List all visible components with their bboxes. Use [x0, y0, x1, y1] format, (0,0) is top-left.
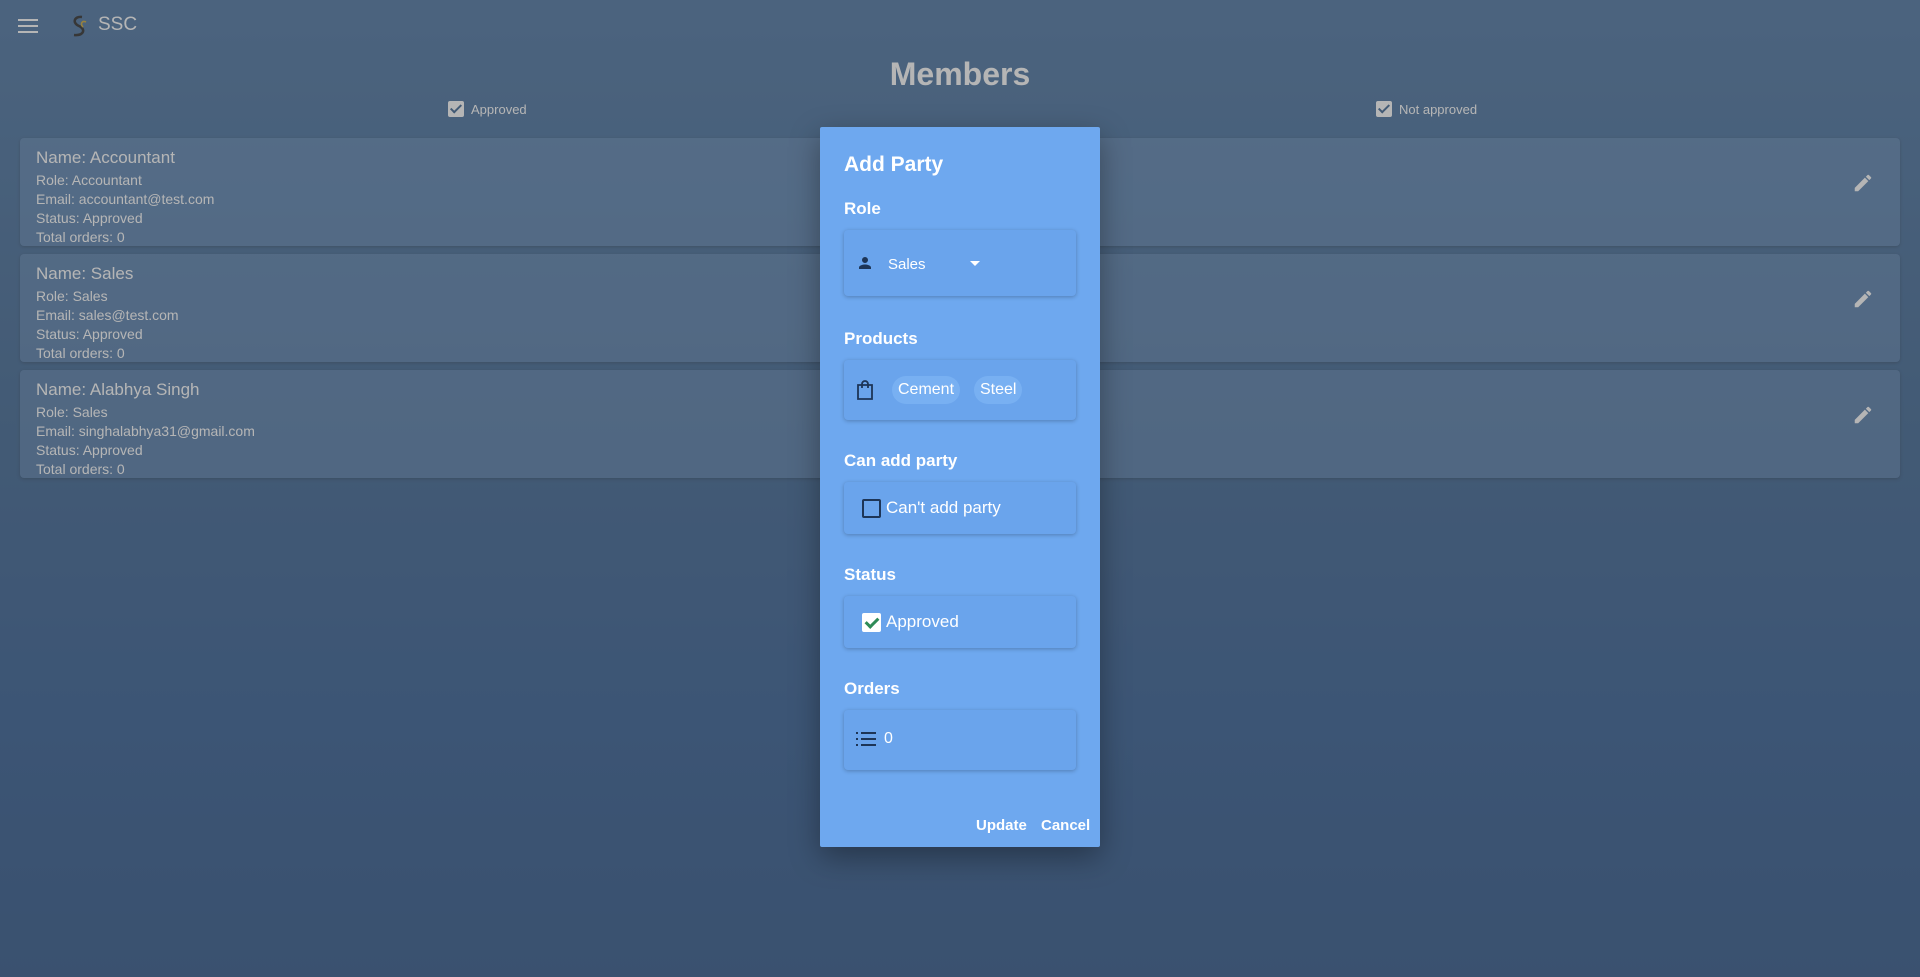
- products-field[interactable]: Cement Steel: [844, 360, 1076, 420]
- chevron-down-icon[interactable]: [970, 261, 980, 266]
- product-chip[interactable]: Cement: [892, 376, 961, 404]
- dialog-title: Add Party: [844, 153, 944, 176]
- status-text: Approved: [886, 612, 959, 631]
- list-icon: [856, 732, 876, 746]
- can-add-party-checkbox[interactable]: [862, 499, 881, 518]
- person-icon: [859, 257, 871, 269]
- cancel-button[interactable]: Cancel: [1041, 817, 1090, 834]
- products-label: Products: [844, 329, 918, 348]
- role-value: Sales: [888, 256, 926, 273]
- status-checkbox[interactable]: [862, 613, 881, 632]
- product-chip[interactable]: Steel: [974, 376, 1023, 404]
- role-select[interactable]: Sales: [844, 230, 1076, 296]
- can-add-party-label: Can add party: [844, 451, 958, 470]
- status-field[interactable]: Approved: [844, 596, 1076, 648]
- can-add-party-field[interactable]: Can't add party: [844, 482, 1076, 534]
- orders-value: 0: [884, 730, 893, 747]
- status-label: Status: [844, 565, 896, 584]
- orders-label: Orders: [844, 679, 900, 698]
- can-add-party-text: Can't add party: [886, 498, 1001, 517]
- update-button[interactable]: Update: [976, 817, 1027, 834]
- role-label: Role: [844, 199, 881, 218]
- shopping-bag-icon: [857, 380, 873, 400]
- add-party-dialog: Add Party Role Sales Products Cement Ste…: [820, 127, 1100, 847]
- orders-field[interactable]: 0: [844, 710, 1076, 770]
